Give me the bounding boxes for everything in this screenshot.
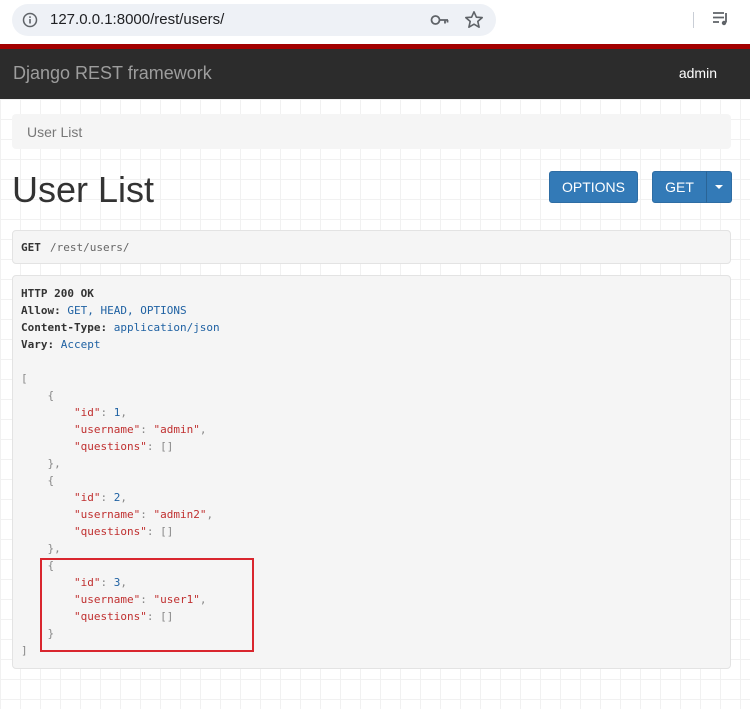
breadcrumb-item-user-list[interactable]: User List — [27, 124, 82, 140]
highlight-annotation — [40, 558, 254, 652]
json-line: ] — [21, 644, 28, 657]
key-icon[interactable] — [430, 11, 450, 29]
options-button[interactable]: OPTIONS — [549, 171, 638, 203]
user-menu[interactable]: admin — [679, 65, 717, 81]
json-line: "questions": [] — [73, 440, 174, 453]
json-line: "id": 2, — [73, 491, 127, 504]
json-line: "questions": [] — [73, 525, 174, 538]
json-line: { — [21, 474, 55, 487]
json-line: }, — [21, 542, 61, 555]
json-line: [ — [21, 372, 28, 385]
response-status: HTTP 200 OK — [21, 287, 94, 300]
star-icon[interactable] — [464, 10, 484, 30]
caret-down-icon — [715, 185, 723, 189]
response-status-line: HTTP 200 OK — [21, 285, 94, 302]
brand-link[interactable]: Django REST framework — [13, 63, 212, 84]
navbar: Django REST framework admin — [0, 49, 750, 99]
request-path: /rest/users/ — [50, 241, 130, 254]
json-line: { — [21, 389, 55, 402]
browser-toolbar: 127.0.0.1:8000/rest/users/ — [0, 0, 750, 44]
get-format-dropdown[interactable] — [706, 171, 732, 203]
reading-list-icon[interactable] — [712, 10, 730, 28]
info-icon[interactable] — [22, 12, 38, 28]
toolbar-divider — [693, 12, 694, 28]
get-button[interactable]: GET — [652, 171, 707, 203]
url-text[interactable]: 127.0.0.1:8000/rest/users/ — [50, 11, 224, 28]
json-line: "username": "admin", — [73, 423, 207, 436]
response-header: Content-Type: application/json — [21, 321, 220, 334]
json-line: "username": "admin2", — [73, 508, 214, 521]
address-bar[interactable]: 127.0.0.1:8000/rest/users/ — [12, 4, 496, 36]
breadcrumb: User List — [12, 114, 731, 149]
response-header: Allow: GET, HEAD, OPTIONS — [21, 304, 187, 317]
request-method: GET — [21, 241, 41, 254]
json-line: "id": 1, — [73, 406, 127, 419]
request-info: GET /rest/users/ — [12, 230, 731, 264]
json-line: }, — [21, 457, 61, 470]
page-title: User List — [12, 169, 155, 210]
response-header: Vary: Accept — [21, 338, 101, 351]
